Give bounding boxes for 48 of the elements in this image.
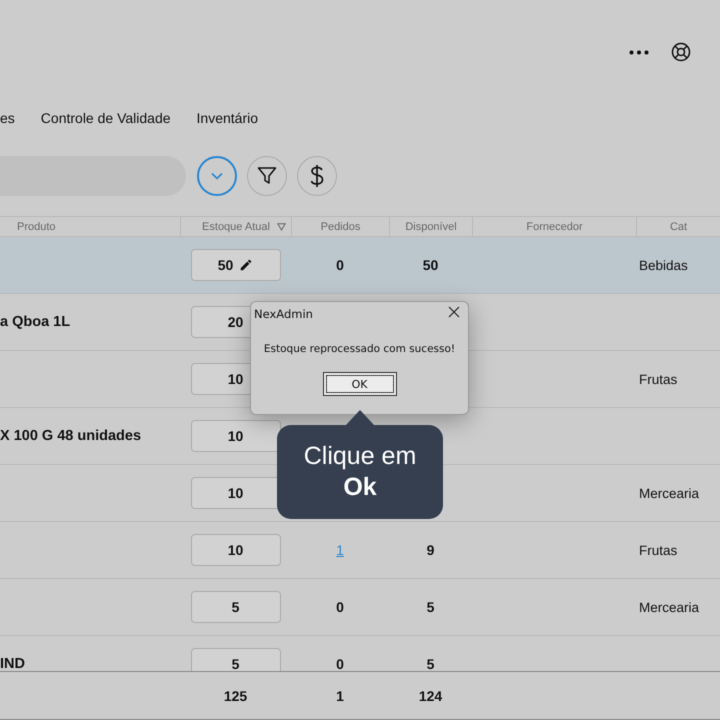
table-row[interactable]: 50 0 50 Bebidas [0, 237, 720, 294]
stock-button[interactable]: 5 [190, 648, 280, 671]
available-count: 5 [426, 656, 434, 671]
funnel-icon [257, 166, 277, 186]
table-row[interactable]: 10 1 9 Frutas [0, 522, 720, 579]
category-text: Frutas [638, 542, 678, 558]
stock-button[interactable]: 10 [190, 534, 280, 566]
orders-count: 0 [336, 656, 344, 671]
nav-tab[interactable]: es [0, 110, 15, 126]
available-count: 9 [426, 542, 434, 558]
column-header: Estoque Atual [202, 220, 270, 232]
table-row[interactable]: 5 0 5 Mercearia [0, 579, 720, 636]
column-header: Pedidos [320, 220, 360, 232]
product-name: a Qboa 1L [0, 314, 70, 330]
product-name: X 100 G 48 unidades [0, 428, 142, 444]
dollar-icon [310, 164, 324, 188]
pencil-icon [239, 258, 254, 272]
category-text: Frutas [638, 372, 678, 386]
available-count: 5 [426, 599, 434, 615]
close-button[interactable] [447, 306, 461, 320]
stock-button[interactable]: 10 [190, 420, 280, 452]
category-text: Mercearia [638, 600, 700, 614]
nav-tab[interactable]: Inventário [196, 110, 258, 126]
product-name: IND [0, 656, 25, 671]
stock-button[interactable]: 50 [190, 249, 280, 281]
category-text: Bebidas [638, 258, 688, 272]
sort-icon[interactable] [277, 222, 286, 230]
column-header: Fornecedor [526, 220, 583, 232]
nav-tab[interactable]: Controle de Validade [40, 110, 171, 126]
table-row[interactable]: IND 5 0 5 [0, 636, 720, 671]
hint-text: Clique em Ok [302, 440, 418, 503]
orders-total: 1 [336, 688, 344, 704]
filter-button[interactable] [247, 156, 287, 196]
column-header: Produto [17, 220, 56, 232]
column-header: Cat [670, 220, 688, 232]
stock-button[interactable]: 5 [190, 591, 280, 623]
column-header: Disponível [405, 220, 457, 232]
available-total: 124 [418, 688, 442, 704]
price-button[interactable] [297, 156, 337, 196]
ok-button[interactable]: OK [322, 372, 396, 396]
category-text: Mercearia [638, 486, 700, 500]
more-icon[interactable] [629, 50, 649, 54]
available-count: 50 [422, 257, 438, 273]
orders-count: 0 [336, 257, 344, 273]
orders-count: 0 [336, 599, 344, 615]
chevron-down-icon [211, 172, 223, 180]
stock-total: 125 [224, 688, 248, 704]
lifebuoy-icon[interactable] [671, 42, 691, 62]
